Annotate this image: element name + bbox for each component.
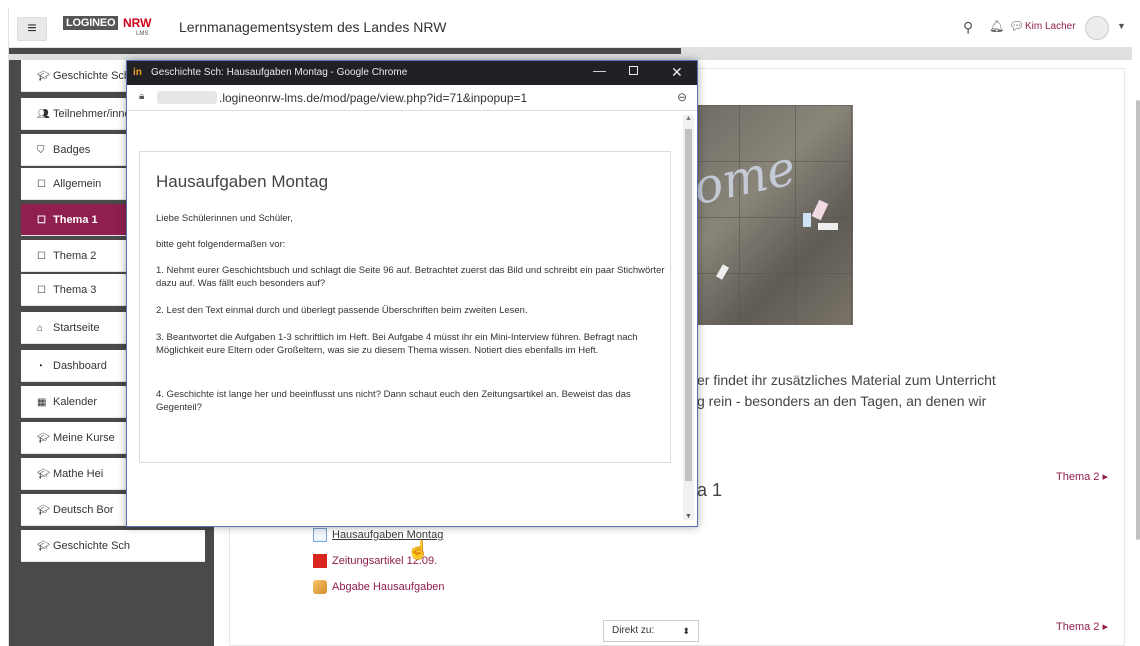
sidebar-item-label: Meine Kurse: [53, 432, 115, 444]
lock-icon[interactable]: 🔒︎: [139, 91, 144, 102]
popup-title: Geschichte Sch: Hausaufgaben Montag - Go…: [151, 67, 408, 78]
shield-icon: ⛉: [37, 145, 45, 156]
next-section-link-bottom[interactable]: Thema 2 ▸: [1056, 620, 1108, 633]
graduation-cap-icon: 🎓︎: [37, 505, 50, 516]
folder-icon: ☐: [37, 285, 46, 296]
paragraph: 4. Geschichte ist lange her und beeinflu…: [156, 389, 631, 413]
paragraph: Liebe Schülerinnen und Schüler,: [156, 213, 293, 224]
page-icon: [313, 528, 327, 542]
calendar-icon: ▦: [37, 397, 47, 408]
sidebar-item-label: Kalender: [53, 396, 98, 408]
folder-icon: ☐: [37, 215, 46, 226]
course-intro-text: er findet ihr zusätzliches Material zum …: [697, 372, 996, 388]
hand-cursor-icon: ☝: [407, 540, 430, 560]
folder-icon: ☐: [37, 179, 46, 190]
bell-icon[interactable]: 🔔︎: [989, 19, 1004, 33]
top-navbar: ≡ LOGINEO NRW LMS Lernmanagementsystem d…: [9, 8, 1132, 48]
sidebar-item-label: Teilnehmer/innen: [53, 108, 137, 120]
sidebar-item-label: Thema 2: [53, 250, 97, 262]
scrollbar-thumb[interactable]: [685, 129, 692, 481]
browser-page: ≡ LOGINEO NRW LMS Lernmanagementsystem d…: [8, 8, 1132, 646]
maximize-icon[interactable]: [629, 66, 638, 75]
users-icon: 👥︎: [37, 109, 50, 120]
course-image: ome: [683, 105, 853, 325]
sidebar-item-label: Startseite: [53, 322, 100, 334]
paragraph: bitte geht folgendermaßen vor:: [156, 239, 286, 250]
chat-icon[interactable]: 💬︎: [1009, 19, 1024, 33]
user-area: ⚲ 🔔︎ 💬︎ Kim Lacher ▼: [933, 8, 1132, 48]
close-icon[interactable]: ✕: [671, 64, 683, 81]
graduation-cap-icon: 🎓︎: [37, 469, 50, 480]
avatar[interactable]: [1085, 16, 1109, 40]
paragraph: 3. Beantwortet die Aufgaben 1-3 schriftl…: [156, 332, 638, 356]
user-name[interactable]: Kim Lacher: [1025, 21, 1076, 32]
app-logo-icon: in: [133, 67, 142, 78]
graduation-cap-icon: 🎓︎: [37, 541, 50, 552]
graduation-cap-icon: 🎓︎: [37, 71, 50, 82]
address-bar[interactable]: 🔒︎ .logineonrw-lms.de/mod/page/view.php?…: [127, 85, 697, 111]
sidebar-item-label: Allgemein: [53, 178, 102, 190]
zoom-icon[interactable]: ⊖: [677, 90, 687, 104]
page-title: Hausaufgaben Montag: [156, 172, 329, 191]
sidebar-item-label: Badges: [53, 144, 91, 156]
scroll-down-icon[interactable]: ▼: [685, 513, 692, 520]
section-heading: a 1: [697, 480, 723, 500]
popup-window: in Geschichte Sch: Hausaufgaben Montag -…: [126, 60, 698, 527]
graduation-cap-icon: 🎓︎: [37, 433, 50, 444]
logo-text-logineo: LOGINEO: [63, 16, 119, 30]
scroll-up-icon[interactable]: ▲: [685, 115, 692, 122]
url-redacted: [157, 91, 217, 104]
popup-body: Hausaufgaben Montag Liebe Schülerinnen u…: [127, 111, 697, 526]
sidebar-item-label: Mathe Hei: [53, 468, 104, 480]
assignment-icon: [313, 580, 327, 594]
page-scrollbar[interactable]: [1136, 100, 1140, 540]
hamburger-icon: ≡: [27, 20, 37, 37]
logo-text-nrw: NRW: [123, 16, 152, 30]
activity-abgabe-hausaufgaben[interactable]: Abgabe Hausaufgaben: [313, 580, 445, 594]
sidebar-item-label: Deutsch Bor: [53, 504, 114, 516]
minimize-icon[interactable]: —: [593, 63, 606, 78]
paragraph: 2. Lest den Text einmal durch und überle…: [156, 305, 528, 316]
search-icon[interactable]: ⚲: [963, 19, 973, 36]
site-title: Lernmanagementsystem des Landes NRW: [179, 19, 447, 35]
url-text: .logineonrw-lms.de/mod/page/view.php?id=…: [219, 91, 528, 105]
sidebar-item-label: Thema 3: [53, 284, 97, 296]
pdf-icon: [313, 554, 327, 568]
sidebar-item-label: Geschichte Sch: [53, 70, 131, 82]
menu-toggle-button[interactable]: ≡: [17, 17, 47, 41]
chevron-down-icon[interactable]: ▼: [1117, 21, 1126, 31]
select-arrows-icon: ⬍: [682, 626, 690, 636]
sidebar-item[interactable]: 🎓︎ Geschichte Sch: [21, 530, 205, 562]
header-dark-strip: [9, 48, 681, 54]
sidebar-item-label: Thema 1: [53, 214, 98, 226]
dashboard-icon: ◔: [37, 361, 44, 372]
folder-icon: ☐: [37, 251, 46, 262]
paragraph: 1. Nehmt eurer Geschichtsbuch und schlag…: [156, 265, 665, 289]
jump-to-select[interactable]: Direkt zu: ⬍: [603, 620, 699, 642]
popup-titlebar[interactable]: in Geschichte Sch: Hausaufgaben Montag -…: [127, 61, 697, 85]
course-intro-text: g rein - besonders an den Tagen, an dene…: [697, 393, 987, 409]
site-logo[interactable]: LOGINEO NRW LMS: [63, 14, 159, 42]
sidebar-item-label: Dashboard: [53, 360, 107, 372]
logo-text-lms: LMS: [136, 31, 149, 37]
sidebar-item-label: Geschichte Sch: [53, 540, 131, 552]
page-content-box: Hausaufgaben Montag Liebe Schülerinnen u…: [139, 151, 671, 463]
home-icon: ⌂: [37, 323, 44, 334]
next-section-link[interactable]: Thema 2 ▸: [1056, 470, 1108, 483]
popup-scrollbar[interactable]: ▲ ▼: [683, 115, 694, 520]
